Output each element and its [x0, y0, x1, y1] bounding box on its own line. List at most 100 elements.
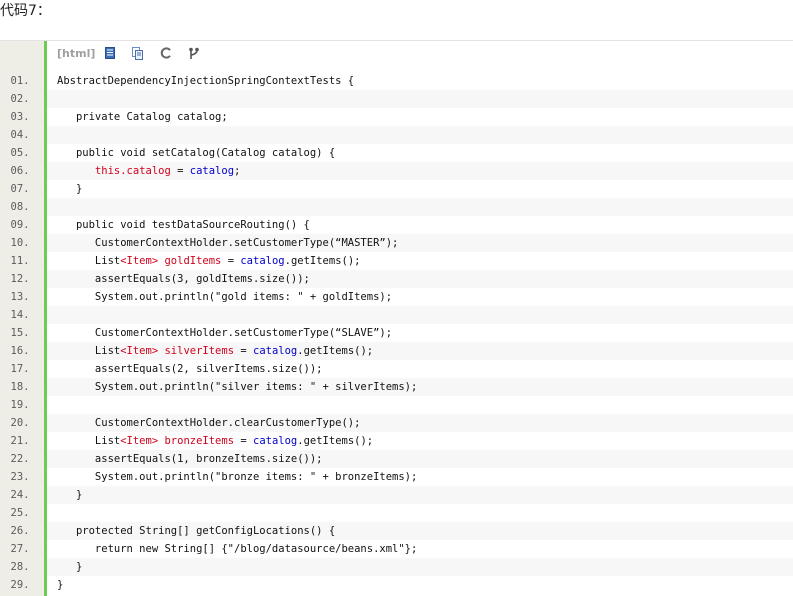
code-token: catalog	[189, 165, 235, 177]
line-number: 10.	[10, 237, 30, 249]
code-token: public void setCatalog(Catalog catalog) …	[57, 147, 336, 159]
line-number: 13.	[10, 291, 30, 303]
code-token: catalog	[253, 435, 298, 447]
line-number: 01.	[10, 75, 30, 87]
code-line: 06. this.catalog = catalog;	[0, 162, 793, 180]
code-line: 22. assertEquals(1, bronzeItems.size());	[0, 450, 793, 468]
code-text: List<Item> bronzeItems = catalog.getItem…	[47, 432, 793, 450]
code-line: 02.	[0, 90, 793, 108]
code-line: 11. List<Item> goldItems = catalog.getIt…	[0, 252, 793, 270]
code-token: System.out.println("gold items: " + gold…	[57, 291, 393, 303]
code-token: .getItems();	[297, 435, 374, 447]
refresh-icon[interactable]	[159, 46, 173, 60]
line-number: 21.	[10, 435, 30, 447]
view-source-icon[interactable]	[103, 46, 117, 60]
code-token: assertEquals(2, silverItems.size());	[57, 363, 323, 375]
code-token: System.out.println("silver items: " + si…	[57, 381, 418, 393]
copy-icon[interactable]	[131, 46, 145, 60]
code-text: public void testDataSourceRouting() {	[47, 216, 793, 234]
line-number: 17.	[10, 363, 30, 375]
code-line: 20. CustomerContextHolder.clearCustomerT…	[0, 414, 793, 432]
code-toolbar: [html]	[47, 41, 793, 65]
code-line: 12. assertEquals(3, goldItems.size());	[0, 270, 793, 288]
code-line: 17. assertEquals(2, silverItems.size());	[0, 360, 793, 378]
line-number: 26.	[10, 525, 30, 537]
code-token: catalog	[253, 345, 298, 357]
line-number: 14.	[10, 309, 30, 321]
code-line: 16. List<Item> silverItems = catalog.get…	[0, 342, 793, 360]
code-token: }	[57, 183, 83, 195]
code-token: .getItems();	[284, 255, 361, 267]
code-token: }	[57, 489, 83, 501]
code-token: }	[57, 579, 64, 591]
line-number: 23.	[10, 471, 30, 483]
code-text	[47, 306, 793, 324]
code-text: private Catalog catalog;	[47, 108, 793, 126]
code-line: 14.	[0, 306, 793, 324]
line-number: 04.	[10, 129, 30, 141]
code-token: <Item>	[120, 435, 159, 447]
line-number: 16.	[10, 345, 30, 357]
code-token: =	[234, 345, 253, 357]
code-token: ;	[234, 165, 241, 177]
code-token: CustomerContextHolder.setCustomerType(“S…	[57, 327, 393, 339]
line-number: 06.	[10, 165, 30, 177]
code-text: assertEquals(3, goldItems.size());	[47, 270, 793, 288]
code-token: bronzeItems	[164, 435, 235, 447]
code-line: 21. List<Item> bronzeItems = catalog.get…	[0, 432, 793, 450]
code-text: assertEquals(2, silverItems.size());	[47, 360, 793, 378]
code-line: 18. System.out.println("silver items: " …	[0, 378, 793, 396]
code-line: 26. protected String[] getConfigLocation…	[0, 522, 793, 540]
line-number: 05.	[10, 147, 30, 159]
code-line: 24. }	[0, 486, 793, 504]
code-text: protected String[] getConfigLocations() …	[47, 522, 793, 540]
code-token: .getItems();	[297, 345, 374, 357]
code-token: List	[57, 435, 121, 447]
code-token: =	[221, 255, 241, 267]
language-label-link[interactable]: [html]	[57, 47, 95, 60]
code-token: <Item>	[120, 255, 159, 267]
code-line: 01. AbstractDependencyInjectionSpringCont…	[0, 72, 793, 90]
code-line: 19.	[0, 396, 793, 414]
code-token: =	[234, 435, 253, 447]
code-token: assertEquals(1, bronzeItems.size());	[57, 453, 323, 465]
line-number: 22.	[10, 453, 30, 465]
line-number: 11.	[10, 255, 30, 267]
code-token: private Catalog catalog;	[57, 111, 228, 123]
code-text: AbstractDependencyInjectionSpringContext…	[47, 72, 793, 90]
code-line: 25.	[0, 504, 793, 522]
code-token: CustomerContextHolder.setCustomerType(“M…	[57, 237, 399, 249]
code-text: System.out.println("bronze items: " + br…	[47, 468, 793, 486]
code-token: goldItems	[164, 255, 222, 267]
code-token: }	[57, 561, 83, 573]
code-text: CustomerContextHolder.setCustomerType(“M…	[47, 234, 793, 252]
code-line: 28. }	[0, 558, 793, 576]
code-token: System.out.println("bronze items: " + br…	[57, 471, 418, 483]
code-token: List	[57, 345, 121, 357]
code-text: assertEquals(1, bronzeItems.size());	[47, 450, 793, 468]
line-number: 03.	[10, 111, 30, 123]
code-line: 15. CustomerContextHolder.setCustomerTyp…	[0, 324, 793, 342]
line-number: 25.	[10, 507, 30, 519]
code-line: 08.	[0, 198, 793, 216]
line-number: 09.	[10, 219, 30, 231]
code-text: System.out.println("silver items: " + si…	[47, 378, 793, 396]
line-number: 08.	[10, 201, 30, 213]
code-line: 03. private Catalog catalog;	[0, 108, 793, 126]
line-number: 28.	[10, 561, 30, 573]
line-number: 12.	[10, 273, 30, 285]
code-line: 10. CustomerContextHolder.setCustomerTyp…	[0, 234, 793, 252]
code-token: AbstractDependencyInjectionSpringContext…	[57, 75, 355, 87]
code-text: CustomerContextHolder.setCustomerType(“S…	[47, 324, 793, 342]
code-token: <Item>	[120, 345, 159, 357]
code-line: 13. System.out.println("gold items: " + …	[0, 288, 793, 306]
snippet-heading: 代码7：	[0, 3, 51, 19]
code-text: List<Item> silverItems = catalog.getItem…	[47, 342, 793, 360]
line-number: 15.	[10, 327, 30, 339]
fork-icon[interactable]	[187, 46, 201, 60]
code-line: 27. return new String[] {"/blog/datasour…	[0, 540, 793, 558]
code-token: this.catalog	[94, 165, 171, 177]
